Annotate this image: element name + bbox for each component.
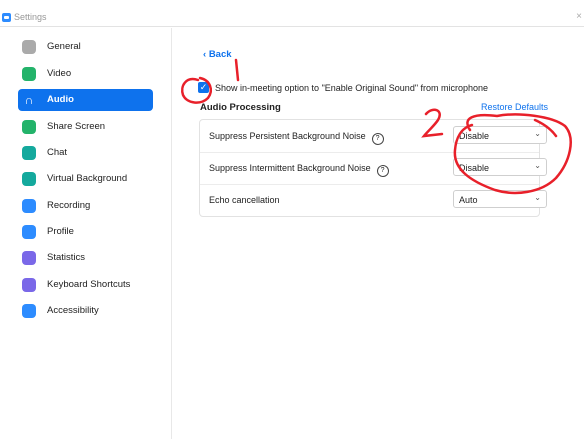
- headphones-icon: ∩: [24, 93, 34, 107]
- settings-row: Suppress Persistent Background Noise? Di…: [200, 120, 547, 153]
- intermittent-noise-select[interactable]: Disable ⌄: [453, 158, 547, 176]
- original-sound-checkbox[interactable]: ✓: [198, 82, 209, 93]
- help-icon[interactable]: ?: [376, 165, 389, 177]
- sidebar-item-label: Virtual Background: [47, 173, 128, 184]
- sidebar-item-chat[interactable]: Chat: [18, 142, 153, 164]
- sidebar-item-label: Profile: [47, 226, 74, 237]
- back-link[interactable]: ‹ Back: [203, 49, 232, 60]
- record-icon: [22, 199, 36, 213]
- sidebar-item-accessibility[interactable]: Accessibility: [18, 300, 153, 322]
- virtual-background-icon: [22, 172, 36, 186]
- bar-chart-icon: [22, 251, 36, 265]
- window-title: Settings: [14, 12, 47, 22]
- close-icon[interactable]: ×: [576, 11, 582, 22]
- title-bar: Settings ×: [0, 0, 584, 27]
- chevron-down-icon: ⌄: [534, 161, 541, 170]
- audio-processing-title: Audio Processing: [200, 102, 281, 113]
- sidebar-item-general[interactable]: General: [18, 36, 153, 58]
- sidebar-item-statistics[interactable]: Statistics: [18, 247, 153, 269]
- settings-row: Suppress Intermittent Background Noise? …: [200, 152, 547, 185]
- video-camera-icon: [22, 67, 36, 81]
- keyboard-icon: [22, 278, 36, 292]
- sidebar-item-label: Audio: [47, 94, 74, 105]
- gear-icon: [22, 40, 36, 54]
- zoom-app-icon: [2, 13, 11, 22]
- sidebar-item-label: Statistics: [47, 252, 86, 263]
- row-label: Echo cancellation: [209, 195, 280, 205]
- sidebar-item-label: Keyboard Shortcuts: [47, 279, 131, 290]
- chevron-down-icon: ⌄: [534, 193, 541, 202]
- audio-settings-pane: ‹ Back ✓ Show in-meeting option to "Enab…: [172, 28, 584, 439]
- settings-row: Echo cancellation Auto ⌄: [200, 184, 547, 216]
- restore-defaults-link[interactable]: Restore Defaults: [481, 102, 548, 112]
- audio-processing-panel: Suppress Persistent Background Noise? Di…: [199, 119, 547, 217]
- original-sound-label: Show in-meeting option to "Enable Origin…: [215, 83, 489, 93]
- row-label: Suppress Persistent Background Noise?: [209, 131, 384, 145]
- echo-cancellation-select[interactable]: Auto ⌄: [453, 190, 547, 208]
- sidebar-item-virtual-background[interactable]: Virtual Background: [18, 168, 153, 190]
- sidebar-item-audio[interactable]: ∩ Audio: [18, 89, 153, 111]
- sidebar-item-label: Accessibility: [47, 305, 99, 316]
- sidebar-item-video[interactable]: Video: [18, 63, 153, 85]
- sidebar-item-label: Chat: [47, 147, 68, 158]
- row-label: Suppress Intermittent Background Noise?: [209, 163, 389, 177]
- chat-bubble-icon: [22, 146, 36, 160]
- sidebar-item-recording[interactable]: Recording: [18, 195, 153, 217]
- help-icon[interactable]: ?: [371, 133, 384, 145]
- sidebar-item-profile[interactable]: Profile: [18, 221, 153, 243]
- persistent-noise-select[interactable]: Disable ⌄: [453, 126, 547, 144]
- accessibility-icon: [22, 304, 36, 318]
- sidebar-item-keyboard-shortcuts[interactable]: Keyboard Shortcuts: [18, 274, 153, 296]
- sidebar-item-label: Share Screen: [47, 121, 106, 132]
- profile-icon: [22, 225, 36, 239]
- sidebar-item-share-screen[interactable]: Share Screen: [18, 116, 153, 138]
- sidebar-item-label: Video: [47, 68, 72, 79]
- chevron-down-icon: ⌄: [534, 129, 541, 138]
- settings-sidebar: General Video ∩ Audio Share Screen Chat …: [0, 28, 172, 439]
- sidebar-item-label: Recording: [47, 200, 91, 211]
- share-screen-icon: [22, 120, 36, 134]
- sidebar-item-label: General: [47, 41, 81, 52]
